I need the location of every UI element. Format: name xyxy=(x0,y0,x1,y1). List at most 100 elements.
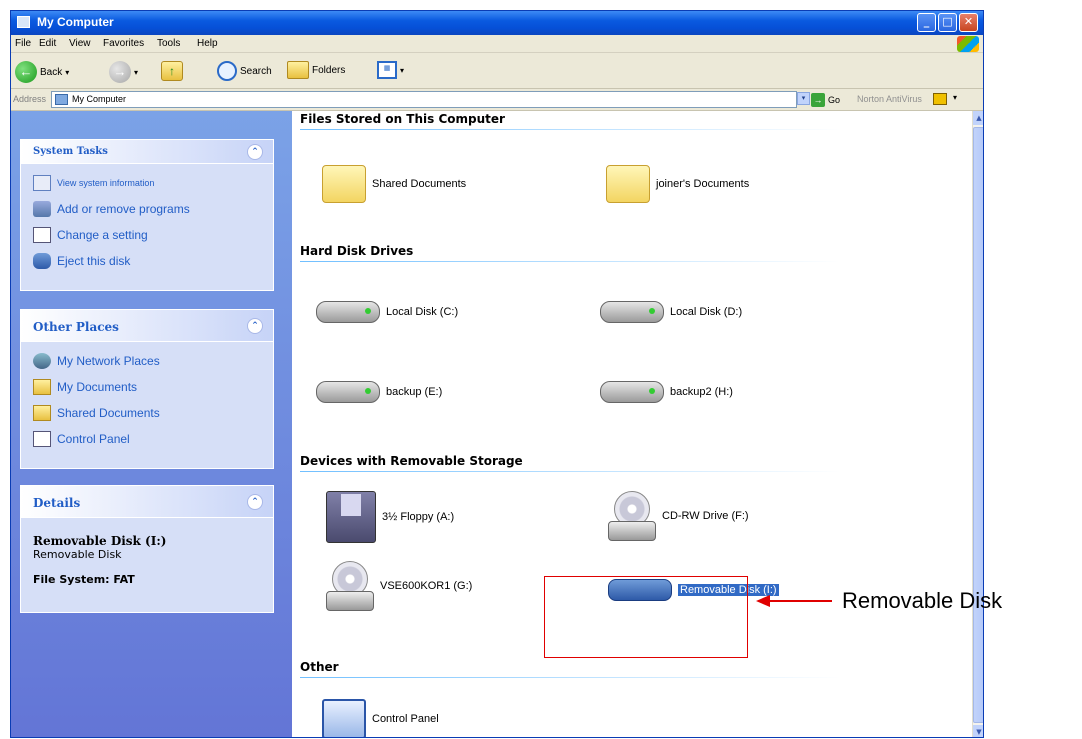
folders-label: Folders xyxy=(312,64,346,76)
address-dropdown-icon[interactable]: ▾ xyxy=(797,92,810,105)
task-change-setting[interactable]: Change a setting xyxy=(33,222,261,248)
address-label: Address xyxy=(13,94,47,104)
place-my-documents[interactable]: My Documents xyxy=(33,374,261,400)
item-backup-e[interactable]: backup (E:) xyxy=(316,381,442,403)
item-control-panel[interactable]: Control Panel xyxy=(322,699,439,737)
details-title: Details xyxy=(33,496,81,510)
my-computer-icon xyxy=(17,16,30,28)
title-bar[interactable]: My Computer _ □ ✕ xyxy=(11,11,983,35)
views-dropdown-icon[interactable]: ▾ xyxy=(400,66,404,75)
callout-arrow-line xyxy=(770,600,832,602)
up-folder-button[interactable]: ↑ xyxy=(161,61,183,81)
item-label: Local Disk (D:) xyxy=(670,306,743,318)
eject-disk-icon xyxy=(33,253,51,269)
other-places-title: Other Places xyxy=(33,320,119,334)
hard-drive-icon xyxy=(316,301,380,323)
item-vse600kor1-g[interactable]: VSE600KOR1 (G:) xyxy=(326,561,472,611)
menu-tools[interactable]: Tools xyxy=(157,38,180,49)
hard-drive-icon xyxy=(316,381,380,403)
place-label: My Documents xyxy=(57,380,138,394)
place-label: Control Panel xyxy=(57,432,130,446)
collapse-chevron-icon[interactable]: ⌃ xyxy=(247,318,263,334)
group-title-stored: Files Stored on This Computer xyxy=(300,112,505,126)
vertical-scrollbar[interactable]: ▲ ▼ xyxy=(972,111,983,737)
menu-file[interactable]: File xyxy=(15,38,31,49)
shared-folder-icon xyxy=(33,405,51,421)
maximize-button[interactable]: □ xyxy=(938,13,957,32)
system-tasks-header[interactable]: System Tasks ⌃ xyxy=(21,140,273,164)
toolbar: ← Back ▾ → ▾ ↑ Search Folders ▦ ▾ xyxy=(11,53,983,89)
go-label: Go xyxy=(828,95,841,105)
cd-drive-icon xyxy=(608,491,656,541)
address-field[interactable]: My Computer xyxy=(51,91,797,108)
system-info-icon xyxy=(33,175,51,191)
control-panel-icon xyxy=(33,431,51,447)
go-arrow-icon: → xyxy=(811,93,825,107)
item-joiners-documents[interactable]: joiner's Documents xyxy=(606,165,749,203)
folders-icon xyxy=(287,61,309,79)
item-local-disk-c[interactable]: Local Disk (C:) xyxy=(316,301,458,323)
task-label: Eject this disk xyxy=(57,254,131,268)
search-button[interactable]: Search xyxy=(217,61,272,81)
folders-button[interactable]: Folders xyxy=(287,61,345,79)
system-tasks-panel: System Tasks ⌃ View system information A… xyxy=(20,139,274,291)
item-backup2-h[interactable]: backup2 (H:) xyxy=(600,381,733,403)
control-panel-icon xyxy=(322,699,366,737)
menu-edit[interactable]: Edit xyxy=(39,38,56,49)
window-title: My Computer xyxy=(37,15,114,29)
task-eject-disk[interactable]: Eject this disk xyxy=(33,248,261,274)
views-button[interactable]: ▦ ▾ xyxy=(377,61,404,79)
menu-help[interactable]: Help xyxy=(197,38,218,49)
my-documents-icon xyxy=(33,379,51,395)
back-button[interactable]: ← Back ▾ xyxy=(15,61,69,83)
arrow-head-icon xyxy=(756,595,770,607)
item-label: 3½ Floppy (A:) xyxy=(382,511,455,523)
menu-favorites[interactable]: Favorites xyxy=(103,38,144,49)
item-floppy-a[interactable]: 3½ Floppy (A:) xyxy=(326,491,454,543)
minimize-button[interactable]: _ xyxy=(917,13,936,32)
cd-drive-icon xyxy=(326,561,374,611)
item-local-disk-d[interactable]: Local Disk (D:) xyxy=(600,301,742,323)
menu-bar: File Edit View Favorites Tools Help xyxy=(11,35,983,53)
details-header[interactable]: Details ⌃ xyxy=(21,486,273,518)
go-button[interactable]: → Go xyxy=(811,93,840,107)
explorer-window: My Computer _ □ ✕ File Edit View Favorit… xyxy=(10,10,984,738)
scroll-down-icon[interactable]: ▼ xyxy=(973,725,983,737)
item-label: Control Panel xyxy=(372,713,439,725)
collapse-chevron-icon[interactable]: ⌃ xyxy=(247,144,263,160)
place-control-panel[interactable]: Control Panel xyxy=(33,426,261,452)
folder-icon xyxy=(322,165,366,203)
other-places-header[interactable]: Other Places ⌃ xyxy=(21,310,273,342)
scroll-up-icon[interactable]: ▲ xyxy=(973,111,983,125)
task-label: View system information xyxy=(57,178,155,188)
norton-dropdown-icon[interactable]: ▾ xyxy=(953,93,957,102)
norton-icon[interactable] xyxy=(933,93,947,105)
menu-view[interactable]: View xyxy=(69,38,91,49)
scroll-thumb[interactable] xyxy=(973,127,983,723)
item-label: backup (E:) xyxy=(386,386,443,398)
item-cdrw-f[interactable]: CD-RW Drive (F:) xyxy=(608,491,749,541)
highlight-box xyxy=(544,576,748,658)
views-icon: ▦ xyxy=(377,61,397,79)
collapse-chevron-icon[interactable]: ⌃ xyxy=(247,494,263,510)
control-panel-icon xyxy=(33,227,51,243)
item-label: Shared Documents xyxy=(372,178,467,190)
forward-button[interactable]: → ▾ xyxy=(109,61,138,83)
task-view-system-info[interactable]: View system information xyxy=(33,170,261,196)
folder-icon xyxy=(606,165,650,203)
place-shared-documents[interactable]: Shared Documents xyxy=(33,400,261,426)
group-title-hard-disks: Hard Disk Drives xyxy=(300,244,414,258)
group-divider xyxy=(300,129,840,130)
windows-logo-icon xyxy=(957,36,979,52)
place-network[interactable]: My Network Places xyxy=(33,348,261,374)
forward-dropdown-icon[interactable]: ▾ xyxy=(134,68,138,77)
close-button[interactable]: ✕ xyxy=(959,13,978,32)
add-remove-programs-icon xyxy=(33,201,51,217)
group-divider xyxy=(300,677,840,678)
item-shared-documents[interactable]: Shared Documents xyxy=(322,165,466,203)
search-label: Search xyxy=(240,65,272,77)
back-dropdown-icon[interactable]: ▾ xyxy=(65,68,69,77)
item-label: CD-RW Drive (F:) xyxy=(662,510,749,522)
task-add-remove-programs[interactable]: Add or remove programs xyxy=(33,196,261,222)
norton-toolbar-label[interactable]: Norton AntiVirus xyxy=(857,94,922,104)
